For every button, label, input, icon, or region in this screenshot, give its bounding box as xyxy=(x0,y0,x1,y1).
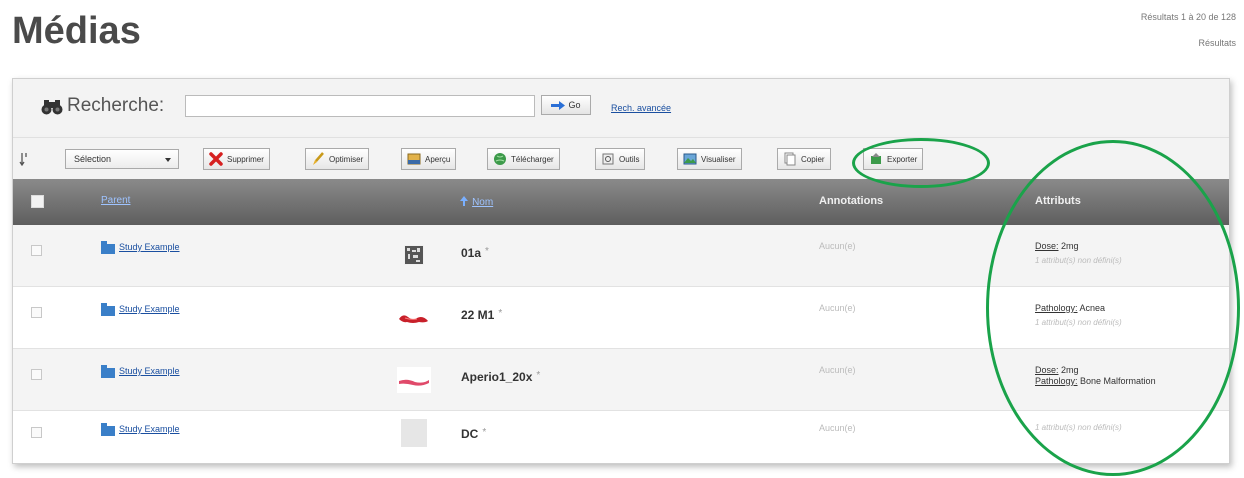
tissue-thumbnail[interactable] xyxy=(397,301,431,333)
arrow-right-icon xyxy=(551,100,566,110)
preview-button[interactable]: Aperçu xyxy=(401,148,457,170)
toolbar: Sélection Supprimer Optimiser Aperçu Tél… xyxy=(13,137,1229,179)
header-nom-label: Nom xyxy=(472,197,494,208)
selection-value: Sélection xyxy=(74,154,112,164)
header-annotations: Annotations xyxy=(819,195,884,207)
study-folder-icon xyxy=(101,303,115,316)
parent-link[interactable]: Study Example xyxy=(119,242,180,252)
annotations-value: Aucun(e) xyxy=(819,423,856,433)
media-name[interactable]: Aperio1_20x * xyxy=(461,370,540,384)
copy-label: Copier xyxy=(801,154,825,164)
tools-label: Outils xyxy=(619,154,640,164)
study-folder-icon xyxy=(101,241,115,254)
selection-dropdown[interactable]: Sélection xyxy=(65,149,179,169)
annotations-value: Aucun(e) xyxy=(819,303,856,313)
download-button[interactable]: Télécharger xyxy=(487,148,560,170)
results-count: Résultats 1 à 20 de 128 xyxy=(1140,12,1236,22)
brush-icon xyxy=(313,152,324,165)
search-label: Recherche: xyxy=(67,95,165,116)
attribute-undefined: 1 attribut(s) non défini(s) xyxy=(1035,256,1122,265)
visualize-button[interactable]: Visualiser xyxy=(677,148,742,170)
attribute-line: Pathology: Bone Malformation xyxy=(1035,376,1156,386)
download-label: Télécharger xyxy=(511,154,554,164)
optimize-label: Optimiser xyxy=(329,154,364,164)
tools-button[interactable]: Outils xyxy=(595,148,646,170)
sort-up-icon xyxy=(460,196,468,206)
media-name[interactable]: 22 M1 * xyxy=(461,308,502,322)
attribute-line: Dose: 2mg xyxy=(1035,365,1079,375)
table-header: Parent Nom Annotations Attributs xyxy=(13,179,1229,225)
view-image-icon xyxy=(683,153,697,165)
attribute-undefined: 1 attribut(s) non défini(s) xyxy=(1035,318,1122,327)
attribute-undefined: 1 attribut(s) non défini(s) xyxy=(1035,423,1122,432)
barcode-thumbnail[interactable] xyxy=(397,239,431,271)
parent-link[interactable]: Study Example xyxy=(119,304,180,314)
row-checkbox[interactable] xyxy=(31,427,42,438)
media-panel: Recherche: Go Rech. avancée Sélection Su… xyxy=(12,78,1230,464)
parent-link[interactable]: Study Example xyxy=(119,424,180,434)
chevron-down-icon xyxy=(165,158,171,162)
tissue-thumbnail[interactable] xyxy=(397,363,431,395)
page-title: Médias xyxy=(12,10,141,52)
search-bar: Recherche: Go Rech. avancée xyxy=(13,79,1229,135)
study-folder-icon xyxy=(101,365,115,378)
media-name[interactable]: 01a * xyxy=(461,246,489,260)
row-checkbox[interactable] xyxy=(31,307,42,318)
results-label: Résultats xyxy=(1198,38,1236,48)
download-globe-icon xyxy=(494,153,506,165)
header-attributs: Attributs xyxy=(1035,195,1081,207)
parent-link[interactable]: Study Example xyxy=(119,366,180,376)
advanced-search-link[interactable]: Rech. avancée xyxy=(611,103,671,113)
header-parent[interactable]: Parent xyxy=(101,195,130,206)
export-label: Exporter xyxy=(887,154,918,164)
annotations-value: Aucun(e) xyxy=(819,365,856,375)
export-icon xyxy=(871,153,881,164)
table-row[interactable]: Study Example 01a * Aucun(e) Dose: 2mg 1 … xyxy=(13,225,1229,287)
table-row[interactable]: Study Example DC * Aucun(e) 1 attribut(s)… xyxy=(13,411,1229,463)
preview-label: Aperçu xyxy=(425,154,451,164)
grey-thumbnail[interactable] xyxy=(401,419,427,447)
copy-icon xyxy=(784,152,796,166)
export-button[interactable]: Exporter xyxy=(863,148,924,170)
binoculars-icon xyxy=(41,100,63,115)
header-nom[interactable]: Nom xyxy=(459,195,493,208)
delete-label: Supprimer xyxy=(227,154,264,164)
select-all-checkbox[interactable] xyxy=(31,195,44,208)
delete-button[interactable]: Supprimer xyxy=(203,148,270,170)
go-button[interactable]: Go xyxy=(541,95,591,115)
preview-image-icon xyxy=(407,153,421,165)
delete-x-icon xyxy=(209,152,223,166)
attribute-line: Dose: 2mg xyxy=(1035,241,1079,251)
visualize-label: Visualiser xyxy=(701,154,736,164)
tools-icon xyxy=(602,153,614,165)
copy-button[interactable]: Copier xyxy=(777,148,831,170)
table-row[interactable]: Study Example 22 M1 * Aucun(e) Pathology:… xyxy=(13,287,1229,349)
study-folder-icon xyxy=(101,423,115,436)
optimize-button[interactable]: Optimiser xyxy=(305,148,370,170)
sort-arrows-icon[interactable] xyxy=(19,152,29,166)
annotations-value: Aucun(e) xyxy=(819,241,856,251)
attribute-line: Pathology: Acnea xyxy=(1035,303,1106,313)
media-name[interactable]: DC * xyxy=(461,427,486,441)
search-input[interactable] xyxy=(185,95,535,117)
row-checkbox[interactable] xyxy=(31,245,42,256)
table-row[interactable]: Study Example Aperio1_20x * Aucun(e) Dose… xyxy=(13,349,1229,411)
go-label: Go xyxy=(568,100,581,110)
row-checkbox[interactable] xyxy=(31,369,42,380)
